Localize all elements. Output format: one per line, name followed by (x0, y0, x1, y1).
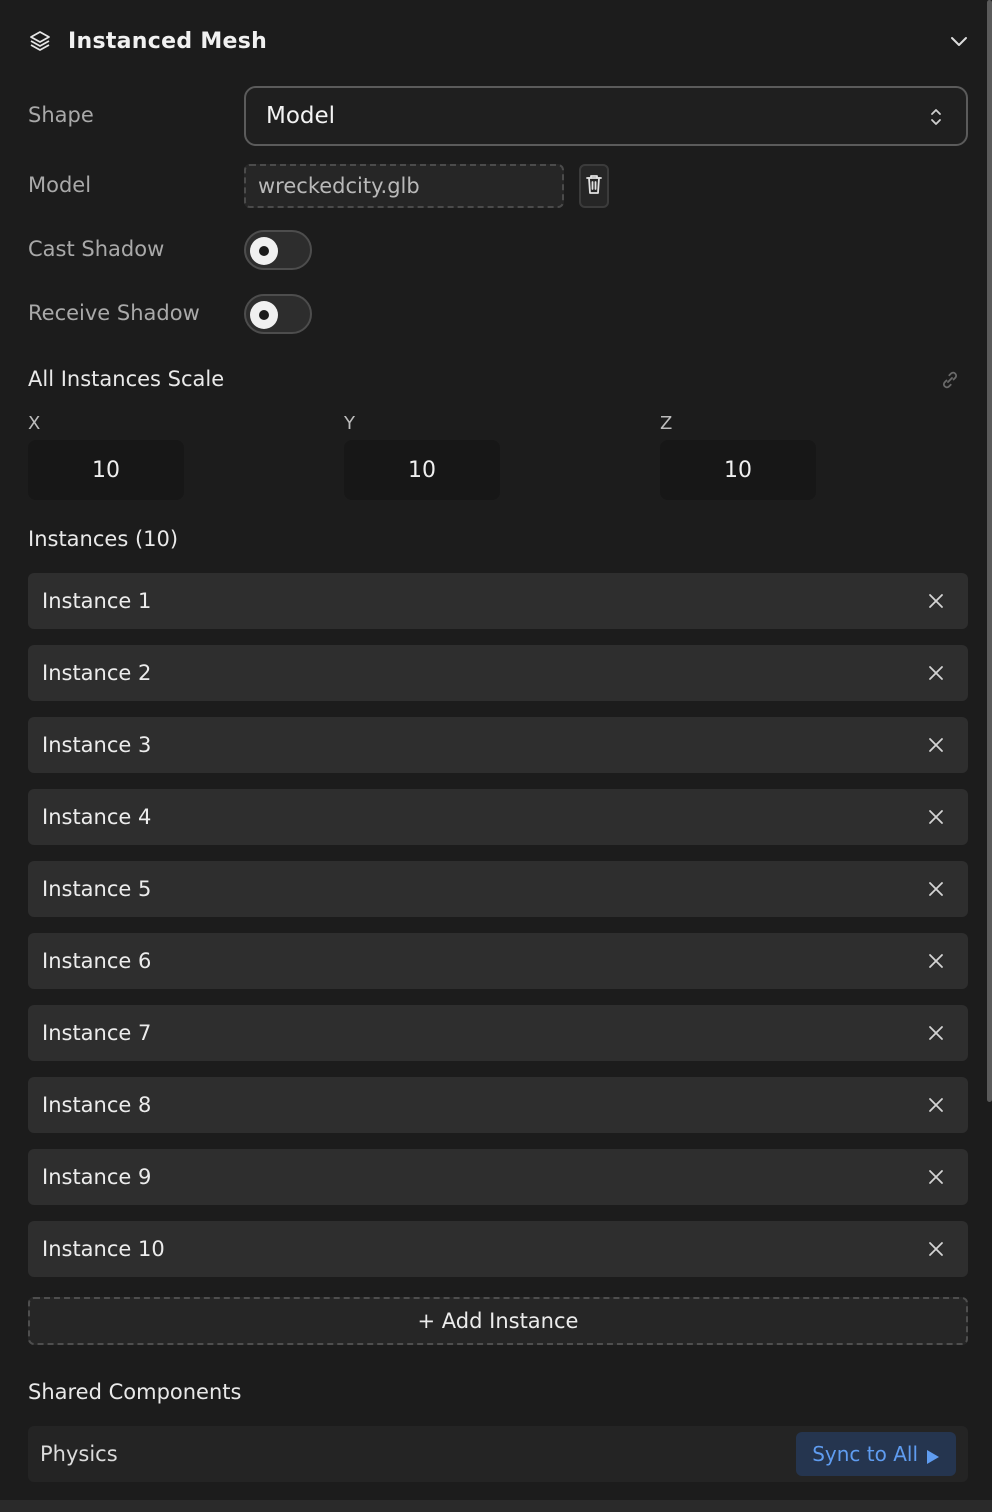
shared-component-name: Physics (40, 1442, 118, 1466)
close-icon[interactable] (926, 1239, 946, 1259)
close-icon[interactable] (926, 807, 946, 827)
instance-name: Instance 6 (42, 949, 152, 973)
instance-row[interactable]: Instance 9 (28, 1149, 968, 1205)
instance-name: Instance 4 (42, 805, 152, 829)
add-instance-button[interactable]: + Add Instance (28, 1297, 968, 1345)
instance-list: Instance 1 Instance 2 Instance 3 Instanc… (28, 573, 968, 1293)
scale-x-input[interactable]: 10 (28, 440, 184, 500)
model-label: Model (28, 173, 92, 197)
close-icon[interactable] (926, 951, 946, 971)
instance-name: Instance 7 (42, 1021, 152, 1045)
chevron-down-icon[interactable] (948, 30, 970, 52)
shape-select[interactable]: Model (244, 86, 968, 146)
instance-row[interactable]: Instance 6 (28, 933, 968, 989)
instance-name: Instance 1 (42, 589, 152, 613)
close-icon[interactable] (926, 591, 946, 611)
instance-name: Instance 8 (42, 1093, 152, 1117)
panel-header[interactable]: Instanced Mesh (28, 22, 972, 60)
close-icon[interactable] (926, 879, 946, 899)
shape-label: Shape (28, 103, 94, 127)
instance-name: Instance 3 (42, 733, 152, 757)
scale-z-label: Z (660, 413, 673, 434)
scrollbar[interactable] (987, 0, 992, 1102)
instance-row[interactable]: Instance 7 (28, 1005, 968, 1061)
panel-title: Instanced Mesh (68, 28, 268, 54)
instance-row[interactable]: Instance 4 (28, 789, 968, 845)
instance-row[interactable]: Instance 1 (28, 573, 968, 629)
scale-x-label: X (28, 413, 41, 434)
sync-button-label: Sync to All (812, 1442, 918, 1466)
sync-to-all-button[interactable]: Sync to All (796, 1432, 956, 1476)
shape-select-value: Model (266, 103, 336, 129)
close-icon[interactable] (926, 1167, 946, 1187)
cast-shadow-label: Cast Shadow (28, 237, 165, 261)
receive-shadow-toggle[interactable] (244, 294, 312, 334)
bottom-divider (0, 1500, 992, 1512)
receive-shadow-label: Receive Shadow (28, 301, 200, 325)
scale-z-input[interactable]: 10 (660, 440, 816, 500)
shared-components-title: Shared Components (28, 1380, 242, 1404)
scale-section-title: All Instances Scale (28, 367, 225, 391)
layers-icon (28, 29, 52, 53)
toggle-knob (250, 301, 278, 329)
shared-component-row: Physics Sync to All (28, 1426, 968, 1482)
delete-model-button[interactable] (579, 164, 609, 208)
instance-name: Instance 10 (42, 1237, 165, 1261)
instanced-mesh-panel: Instanced Mesh Shape Model Model wrecked… (0, 0, 992, 1512)
instance-row[interactable]: Instance 3 (28, 717, 968, 773)
instances-title: Instances (10) (28, 527, 179, 551)
instance-row[interactable]: Instance 10 (28, 1221, 968, 1277)
scale-y-label: Y (344, 413, 355, 434)
chevron-updown-icon (926, 105, 946, 129)
instance-name: Instance 9 (42, 1165, 152, 1189)
close-icon[interactable] (926, 663, 946, 683)
cast-shadow-toggle[interactable] (244, 230, 312, 270)
instance-row[interactable]: Instance 2 (28, 645, 968, 701)
close-icon[interactable] (926, 1095, 946, 1115)
instance-name: Instance 5 (42, 877, 152, 901)
instance-row[interactable]: Instance 5 (28, 861, 968, 917)
close-icon[interactable] (926, 1023, 946, 1043)
trash-icon (584, 173, 604, 199)
scale-y-input[interactable]: 10 (344, 440, 500, 500)
play-icon (926, 1446, 940, 1464)
instance-row[interactable]: Instance 8 (28, 1077, 968, 1133)
instance-name: Instance 2 (42, 661, 152, 685)
toggle-knob (250, 237, 278, 265)
close-icon[interactable] (926, 735, 946, 755)
link-icon[interactable] (938, 368, 962, 392)
model-file-field[interactable]: wreckedcity.glb (244, 164, 564, 208)
